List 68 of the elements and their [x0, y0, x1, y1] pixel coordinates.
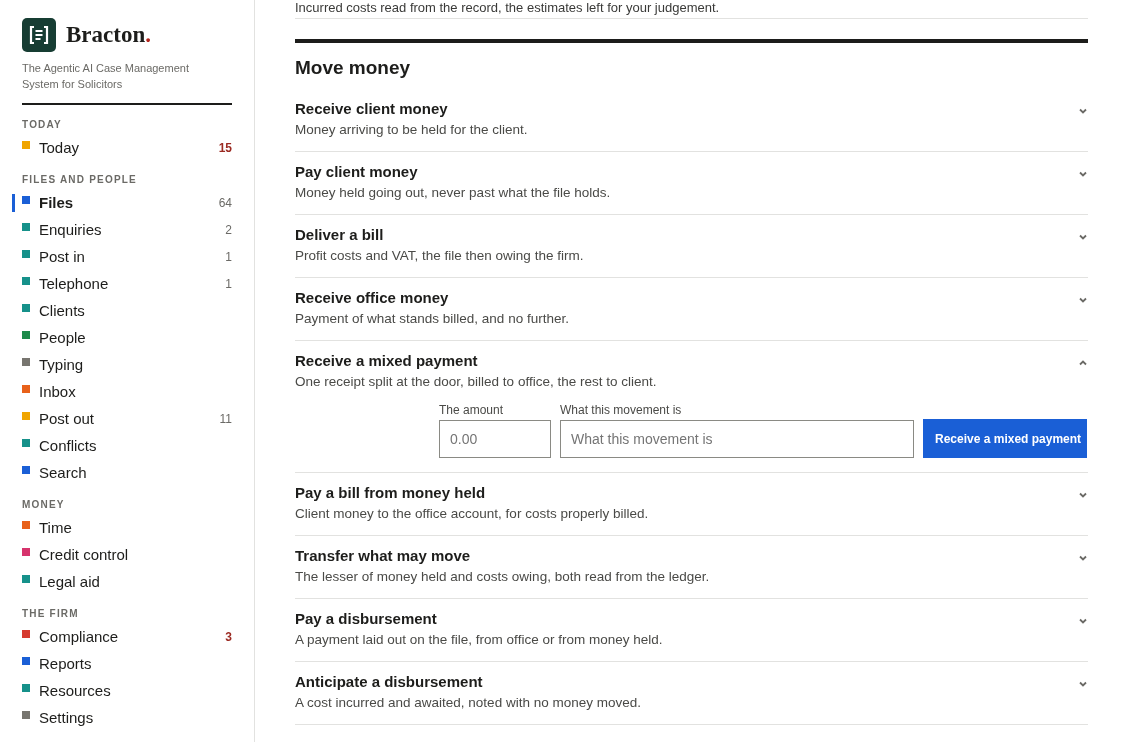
nav-item[interactable]: Settings [22, 704, 232, 731]
intro-text: Incurred costs read from the record, the estimates left for your judgement. [295, 0, 1088, 19]
nav-item[interactable]: Resources [22, 677, 232, 704]
action-description: Money held going out, never past what the file holds. [295, 184, 611, 202]
nav-item[interactable]: Time [22, 514, 232, 541]
nav-item[interactable]: Inbox [22, 378, 232, 405]
nav-item[interactable]: Post in 1 [22, 243, 232, 270]
action-title[interactable]: Transfer what may move [295, 545, 710, 567]
nav-item[interactable]: Conflicts [22, 432, 232, 459]
count: 2 [225, 222, 232, 237]
section-heading: MONEY [22, 499, 66, 510]
tagline: The Agentic AI Case Management System for Solicitors [22, 61, 190, 92]
action-description: The lesser of money held and costs owing, both read from the ledger. [295, 568, 710, 586]
action-title[interactable]: Pay a disbursement [295, 608, 663, 630]
chevron-down-icon[interactable] [1078, 232, 1088, 242]
nav-item[interactable]: Typing [22, 351, 232, 378]
nav-item[interactable]: Clients [22, 297, 232, 324]
amount-field[interactable]: 0.00 [439, 420, 551, 458]
action-title[interactable]: Receive office money [295, 287, 569, 309]
chevron-down-icon[interactable] [1078, 679, 1088, 689]
logo-icon [22, 18, 56, 52]
count: 3 [225, 629, 232, 644]
count: 1 [225, 276, 232, 291]
nav-item[interactable]: Credit control [22, 541, 232, 568]
nav-item[interactable]: Enquiries 2 [22, 216, 232, 243]
field-label: What this movement is [560, 403, 683, 417]
chevron-down-icon[interactable] [1078, 106, 1088, 116]
section-heading: THE FIRM [22, 608, 80, 619]
action-description: Client money to the office account, for costs properly billed. [295, 505, 649, 523]
chevron-down-icon[interactable] [1078, 490, 1088, 500]
action-description: Profit costs and VAT, the file then owing the firm. [295, 247, 584, 265]
action-description: A payment laid out on the file, from office or from money held. [295, 631, 663, 649]
action-title[interactable]: Pay a bill from money held [295, 482, 649, 504]
chevron-down-icon[interactable] [1078, 553, 1088, 563]
nav-item[interactable]: People [22, 324, 232, 351]
action-description: One receipt split at the door, billed to office, the rest to client. [295, 373, 657, 391]
action-title[interactable]: Receive a mixed payment [295, 350, 657, 372]
description-field[interactable]: What this movement is [560, 420, 914, 458]
field-label: The amount [439, 403, 505, 417]
nav-item[interactable]: Post out 11 [22, 405, 232, 432]
brand-name: Bracton. [66, 22, 151, 48]
chevron-up-icon[interactable] [1078, 358, 1088, 368]
action-title[interactable]: Pay client money [295, 161, 611, 183]
selection-bar [12, 194, 15, 212]
nav-item[interactable]: Reports [22, 650, 232, 677]
nav-item[interactable]: Legal aid [22, 568, 232, 595]
action-title[interactable]: Deliver a bill [295, 224, 584, 246]
section-title: Move money [295, 57, 412, 79]
chevron-down-icon[interactable] [1078, 616, 1088, 626]
action-description: A cost incurred and awaited, noted with no money moved. [295, 694, 641, 712]
action-title[interactable]: Receive client money [295, 98, 528, 120]
count: 15 [218, 140, 232, 155]
nav-item[interactable]: Files 64 [22, 189, 232, 216]
submit-button[interactable]: Receive a mixed payment [923, 419, 1087, 458]
count: 64 [218, 195, 232, 210]
nav-item[interactable]: Compliance 3 [22, 623, 232, 650]
section-heading: FILES AND PEOPLE [22, 174, 138, 185]
chevron-down-icon[interactable] [1078, 295, 1088, 305]
chevron-down-icon[interactable] [1078, 169, 1088, 179]
nav-item[interactable]: Today 15 [22, 134, 232, 161]
nav-item[interactable]: Telephone 1 [22, 270, 232, 297]
action-title[interactable]: Anticipate a disbursement [295, 671, 641, 693]
count: 11 [219, 411, 232, 426]
count: 1 [225, 249, 232, 264]
section-heading: TODAY [22, 119, 63, 130]
action-description: Payment of what stands billed, and no further. [295, 310, 569, 328]
action-description: Money arriving to be held for the client. [295, 121, 528, 139]
nav-item[interactable]: Search [22, 459, 232, 486]
